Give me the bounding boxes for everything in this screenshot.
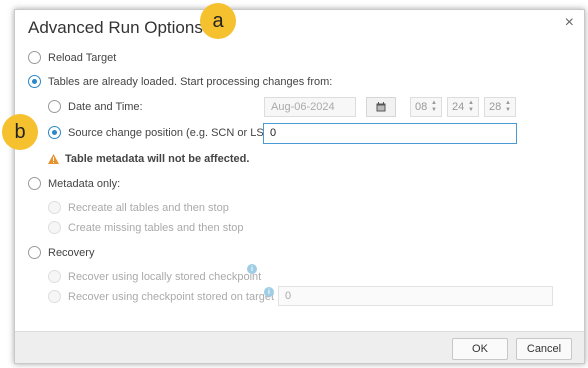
recover-target-label: Recover using checkpoint stored on targe… — [68, 290, 275, 303]
warning-icon — [48, 154, 59, 164]
recreate-all-label: Recreate all tables and then stop — [68, 201, 229, 214]
source-change-position-label: Source change position (e.g. SCN or LSN)… — [68, 126, 279, 139]
recover-target-radio[interactable] — [48, 290, 61, 303]
option-metadata-only[interactable]: Metadata only: — [28, 177, 120, 190]
ok-button[interactable]: OK — [452, 338, 508, 360]
callout-badge-b: b — [2, 114, 38, 150]
minute-stepper-arrows[interactable]: ▲ ▼ — [468, 100, 476, 114]
calendar-icon — [376, 102, 386, 112]
warning-text: Table metadata will not be affected. — [65, 153, 250, 165]
advanced-run-options-dialog: Advanced Run Options × Reload Target Tab… — [14, 9, 585, 364]
create-missing-radio[interactable] — [48, 221, 61, 234]
option-recreate-all[interactable]: Recreate all tables and then stop — [48, 201, 229, 214]
hour-value: 08 — [415, 101, 428, 113]
minute-value: 24 — [452, 101, 465, 113]
hour-stepper-arrows[interactable]: ▲ ▼ — [431, 100, 439, 114]
source-change-position-radio[interactable] — [48, 126, 61, 139]
dialog-footer: OK Cancel — [15, 331, 584, 363]
dialog-title: Advanced Run Options — [28, 18, 203, 37]
metadata-only-radio[interactable] — [28, 177, 41, 190]
date-and-time-radio[interactable] — [48, 100, 61, 113]
second-value: 28 — [489, 101, 502, 113]
option-recover-target[interactable]: Recover using checkpoint stored on targe… — [48, 290, 274, 303]
recover-local-radio[interactable] — [48, 270, 61, 283]
tables-loaded-radio[interactable] — [28, 75, 41, 88]
scn-input[interactable]: 0 — [263, 123, 517, 144]
option-recover-local[interactable]: Recover using locally stored checkpoint — [48, 270, 261, 283]
option-tables-loaded[interactable]: Tables are already loaded. Start process… — [28, 75, 332, 88]
recreate-all-radio[interactable] — [48, 201, 61, 214]
metadata-warning: Table metadata will not be affected. — [48, 153, 249, 165]
recover-local-label: Recover using locally stored checkpoint — [68, 270, 262, 283]
date-and-time-label: Date and Time: — [68, 100, 143, 113]
reload-target-radio[interactable] — [28, 51, 41, 64]
second-stepper-arrows[interactable]: ▲ ▼ — [505, 100, 513, 114]
second-stepper[interactable]: 28 ▲ ▼ — [484, 97, 516, 117]
option-date-and-time[interactable]: Date and Time: — [48, 100, 143, 113]
info-icon[interactable]: i — [247, 264, 257, 274]
recovery-label: Recovery — [48, 246, 95, 259]
create-missing-label: Create missing tables and then stop — [68, 221, 244, 234]
checkpoint-input[interactable]: 0 — [278, 286, 553, 306]
metadata-only-label: Metadata only: — [48, 177, 121, 190]
tables-loaded-label: Tables are already loaded. Start process… — [48, 75, 333, 88]
close-icon[interactable]: × — [565, 14, 574, 32]
minute-stepper[interactable]: 24 ▲ ▼ — [447, 97, 479, 117]
recovery-radio[interactable] — [28, 246, 41, 259]
option-reload-target[interactable]: Reload Target — [28, 51, 116, 64]
calendar-button[interactable] — [366, 97, 396, 117]
hour-stepper[interactable]: 08 ▲ ▼ — [410, 97, 442, 117]
option-recovery[interactable]: Recovery — [28, 246, 94, 259]
date-field[interactable]: Aug-06-2024 — [264, 97, 356, 117]
callout-badge-a: a — [200, 3, 236, 39]
cancel-button[interactable]: Cancel — [516, 338, 572, 360]
reload-target-label: Reload Target — [48, 51, 117, 64]
info-icon[interactable]: i — [264, 287, 274, 297]
option-create-missing[interactable]: Create missing tables and then stop — [48, 221, 244, 234]
option-source-change-position[interactable]: Source change position (e.g. SCN or LSN)… — [48, 126, 278, 139]
